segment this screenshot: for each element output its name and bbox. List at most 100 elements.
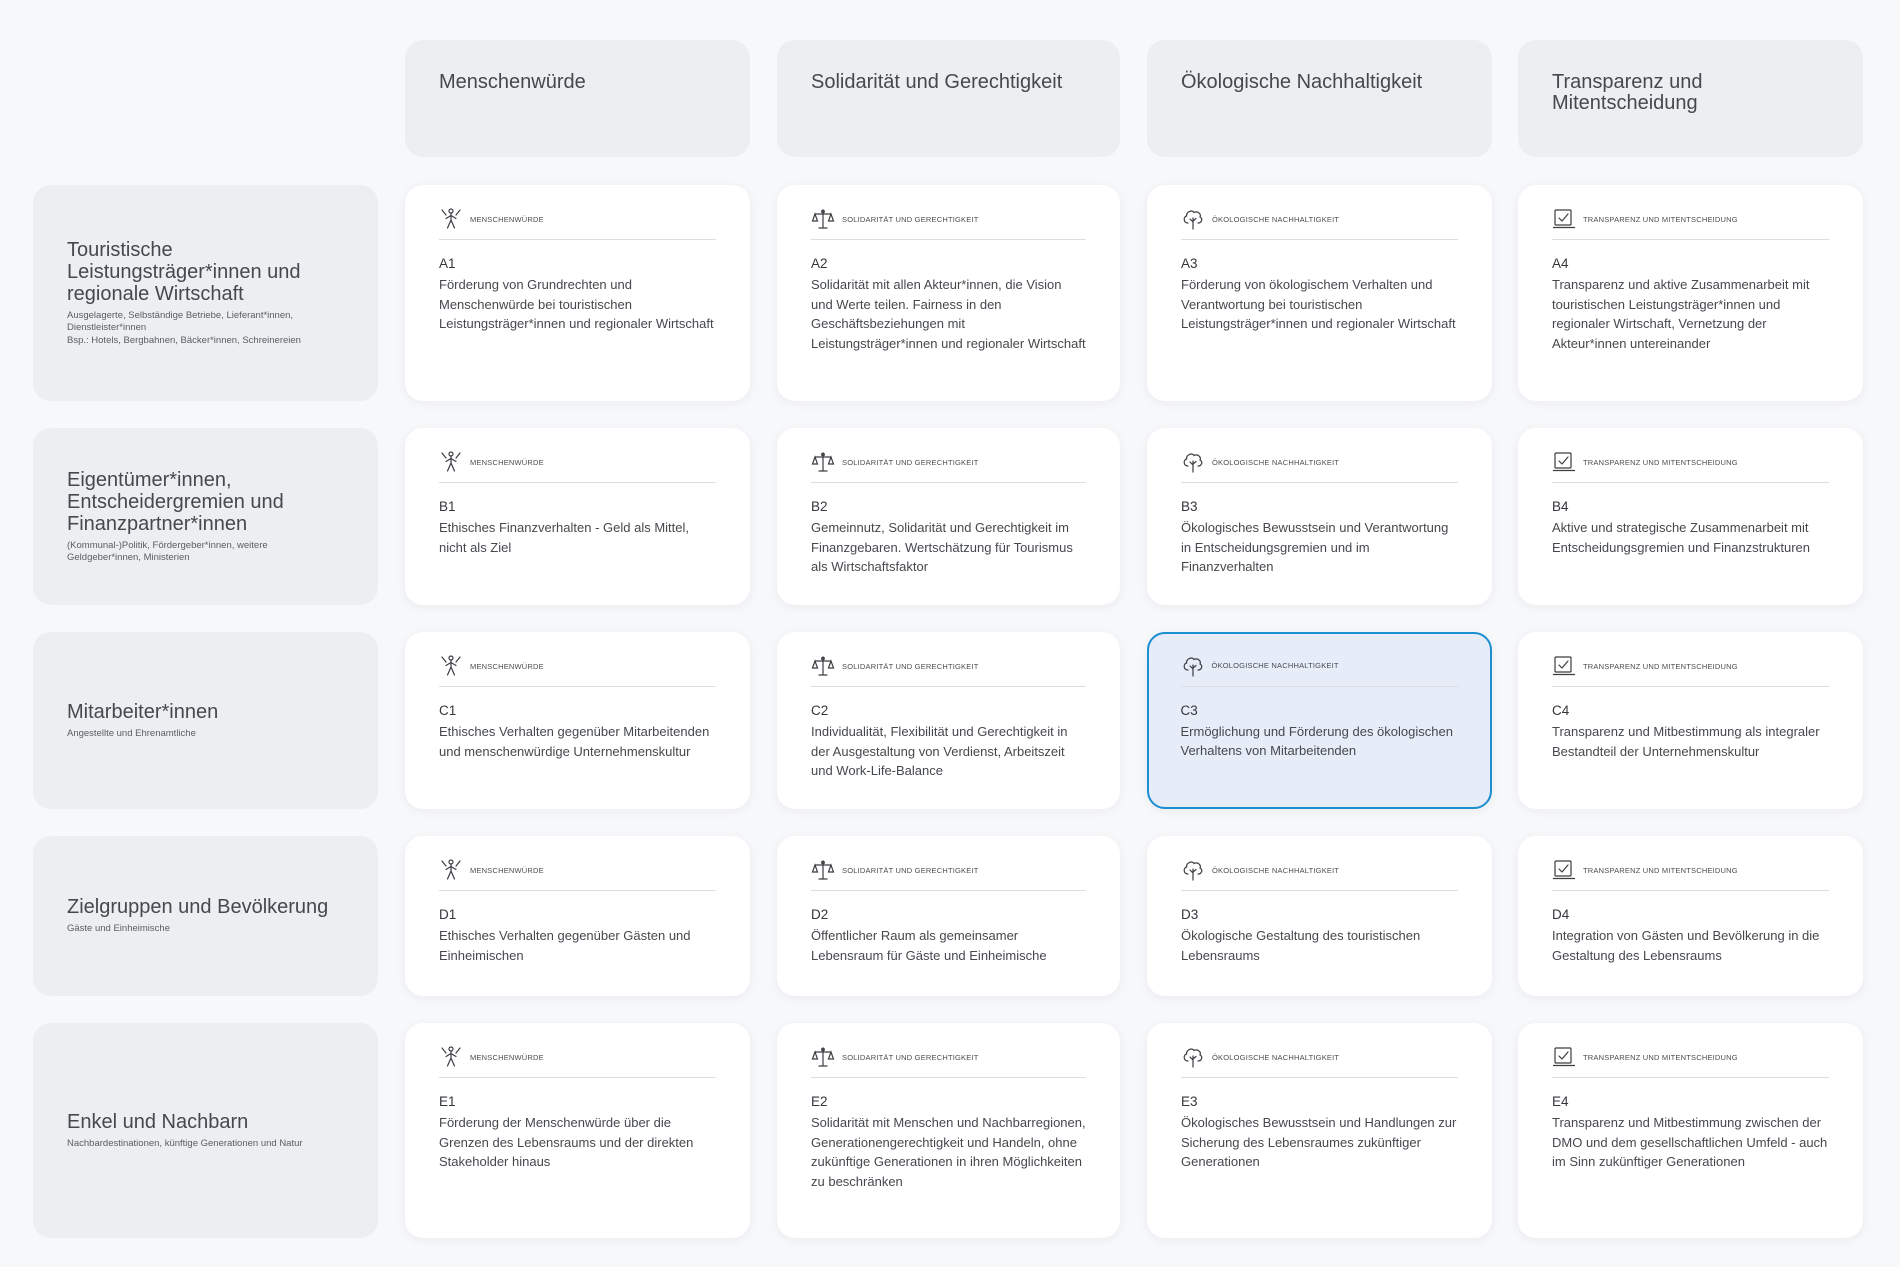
card-description: Integration von Gästen und Bevölkerung i…: [1552, 928, 1820, 963]
column-header-title: Solidarität und Gerechtigkeit: [811, 71, 1063, 93]
card-description: Transparenz und aktive Zusammenarbeit mi…: [1552, 277, 1810, 351]
card-description: Förderung von Grundrechten und Menschenw…: [439, 277, 714, 331]
row-header-title: Eigentümer*innen, Entscheidergremien und…: [67, 468, 284, 535]
card-code: E2: [811, 1094, 828, 1109]
card-category-bar: Solidarität und Gerechtigkeit: [811, 654, 1086, 687]
card-category-bar: Ökologische Nachhaltigkeit: [1181, 1045, 1458, 1078]
card-category-label: Ökologische Nachhaltigkeit: [1211, 661, 1339, 670]
column-header-title: Menschenwürde: [439, 71, 586, 93]
card-description: Ökologisches Bewusstsein und Handlungen …: [1181, 1115, 1457, 1169]
card-category-label: Ökologische Nachhaltigkeit: [1212, 457, 1340, 467]
card-a1[interactable]: Menschenwürde A1 Förderung von Grundrech…: [405, 185, 750, 401]
row-header-subtitle: Ausgelagerte, Selbständige Betriebe, Lie…: [67, 309, 294, 334]
card-category-bar: Transparenz und Mitentscheidung: [1552, 450, 1829, 483]
matrix-grid: Menschenwürde Solidarität und Gerechtigk…: [0, 0, 1900, 1267]
card-d2[interactable]: Solidarität und Gerechtigkeit D2 Öffentl…: [777, 836, 1120, 996]
card-category-label: Transparenz und Mitentscheidung: [1583, 457, 1738, 467]
card-category-label: Ökologische Nachhaltigkeit: [1212, 865, 1340, 875]
card-a4[interactable]: Transparenz und Mitentscheidung A4 Trans…: [1518, 185, 1863, 401]
column-header-solidaritaet: Solidarität und Gerechtigkeit: [777, 40, 1120, 157]
card-description: Transparenz und Mitbestimmung als integr…: [1552, 724, 1820, 759]
card-b4[interactable]: Transparenz und Mitentscheidung B4 Aktiv…: [1518, 428, 1863, 605]
person-dignity-icon: [439, 1045, 463, 1069]
checkbox-screen-icon: [1552, 450, 1576, 474]
card-category-label: Ökologische Nachhaltigkeit: [1212, 214, 1340, 224]
card-category-bar: Ökologische Nachhaltigkeit: [1181, 450, 1458, 483]
card-c1[interactable]: Menschenwürde C1 Ethisches Verhalten geg…: [405, 632, 750, 809]
card-code: A3: [1181, 256, 1198, 271]
row-header-title: Mitarbeiter*innen: [67, 700, 219, 723]
row-header-leistungstraeger: Touristische Leistungsträger*innen und r…: [33, 185, 378, 401]
person-dignity-icon: [439, 450, 463, 474]
row-header-subtitle: Nachbardestinationen, künftige Generatio…: [67, 1137, 303, 1149]
card-code: B4: [1552, 499, 1569, 514]
card-category-bar: Solidarität und Gerechtigkeit: [811, 207, 1086, 240]
card-e3[interactable]: Ökologische Nachhaltigkeit E3 Ökologisch…: [1147, 1023, 1492, 1238]
card-code: B2: [811, 499, 828, 514]
person-dignity-icon: [439, 858, 463, 882]
card-category-bar: Solidarität und Gerechtigkeit: [811, 450, 1086, 483]
card-description: Solidarität mit Menschen und Nachbarregi…: [811, 1115, 1086, 1189]
card-code: D3: [1181, 907, 1199, 922]
scales-icon: [811, 450, 835, 474]
card-d1[interactable]: Menschenwürde D1 Ethisches Verhalten geg…: [405, 836, 750, 996]
card-code: C3: [1180, 702, 1198, 718]
card-code: E4: [1552, 1094, 1569, 1109]
card-code: A2: [811, 256, 828, 271]
column-header-transparenz: Transparenz und Mitentscheidung: [1518, 40, 1863, 157]
card-d3[interactable]: Ökologische Nachhaltigkeit D3 Ökologisch…: [1147, 836, 1492, 996]
card-category-label: Solidarität und Gerechtigkeit: [842, 865, 979, 875]
column-header-menschenwuerde: Menschenwürde: [405, 40, 750, 157]
scales-icon: [811, 207, 835, 231]
column-header-title: Ökologische Nachhaltigkeit: [1181, 71, 1423, 93]
row-header-title: Zielgruppen und Bevölkerung: [67, 896, 329, 919]
card-c4[interactable]: Transparenz und Mitentscheidung C4 Trans…: [1518, 632, 1863, 809]
tree-icon: [1181, 1045, 1205, 1069]
card-code: D1: [439, 907, 457, 922]
card-category-bar: Menschenwürde: [439, 654, 716, 687]
card-category-bar: Menschenwürde: [439, 858, 716, 891]
card-description: Transparenz und Mitbestimmung zwischen d…: [1552, 1115, 1828, 1169]
card-c3[interactable]: Ökologische Nachhaltigkeit C3 Ermöglichu…: [1147, 632, 1492, 809]
tree-icon: [1181, 207, 1205, 231]
row-header-title: Touristische Leistungsträger*innen und r…: [67, 238, 301, 305]
card-category-bar: Menschenwürde: [439, 207, 716, 240]
card-category-bar: Ökologische Nachhaltigkeit: [1180, 654, 1459, 687]
card-code: E1: [439, 1094, 456, 1109]
column-header-oekologie: Ökologische Nachhaltigkeit: [1147, 40, 1492, 157]
card-e2[interactable]: Solidarität und Gerechtigkeit E2 Solidar…: [777, 1023, 1120, 1238]
card-category-bar: Transparenz und Mitentscheidung: [1552, 207, 1829, 240]
card-b2[interactable]: Solidarität und Gerechtigkeit B2 Gemeinn…: [777, 428, 1120, 605]
scales-icon: [811, 858, 835, 882]
person-dignity-icon: [439, 207, 463, 231]
card-category-label: Menschenwürde: [470, 661, 544, 671]
card-category-label: Transparenz und Mitentscheidung: [1583, 1052, 1738, 1062]
card-category-label: Ökologische Nachhaltigkeit: [1212, 1052, 1340, 1062]
column-header-title: Transparenz und Mitentscheidung: [1552, 71, 1703, 114]
card-a3[interactable]: Ökologische Nachhaltigkeit A3 Förderung …: [1147, 185, 1492, 401]
checkbox-screen-icon: [1552, 1045, 1576, 1069]
card-category-label: Menschenwürde: [470, 1052, 544, 1062]
card-a2[interactable]: Solidarität und Gerechtigkeit A2 Solidar…: [777, 185, 1120, 401]
card-code: C4: [1552, 703, 1570, 718]
card-c2[interactable]: Solidarität und Gerechtigkeit C2 Individ…: [777, 632, 1120, 809]
row-header-enkel: Enkel und Nachbarn Nachbardestinationen,…: [33, 1023, 378, 1238]
card-category-label: Solidarität und Gerechtigkeit: [842, 214, 979, 224]
card-d4[interactable]: Transparenz und Mitentscheidung D4 Integ…: [1518, 836, 1863, 996]
card-code: E3: [1181, 1094, 1198, 1109]
card-category-bar: Ökologische Nachhaltigkeit: [1181, 858, 1458, 891]
card-e1[interactable]: Menschenwürde E1 Förderung der Menschenw…: [405, 1023, 750, 1238]
card-b1[interactable]: Menschenwürde B1 Ethisches Finanzverhalt…: [405, 428, 750, 605]
row-header-mitarbeiter: Mitarbeiter*innen Angestellte und Ehrena…: [33, 632, 378, 809]
card-code: A1: [439, 256, 456, 271]
card-description: Ethisches Finanzverhalten - Geld als Mit…: [439, 520, 689, 555]
row-header-subtitle: Gäste und Einheimische: [67, 923, 170, 935]
card-description: Förderung der Menschenwürde über die Gre…: [439, 1115, 694, 1169]
card-description: Gemeinnutz, Solidarität und Gerechtigkei…: [811, 520, 1073, 574]
row-header-eigentuemer: Eigentümer*innen, Entscheidergremien und…: [33, 428, 378, 605]
card-category-bar: Menschenwürde: [439, 1045, 716, 1078]
card-category-label: Solidarität und Gerechtigkeit: [842, 1052, 979, 1062]
card-b3[interactable]: Ökologische Nachhaltigkeit B3 Ökologisch…: [1147, 428, 1492, 605]
card-e4[interactable]: Transparenz und Mitentscheidung E4 Trans…: [1518, 1023, 1863, 1238]
scales-icon: [811, 1045, 835, 1069]
